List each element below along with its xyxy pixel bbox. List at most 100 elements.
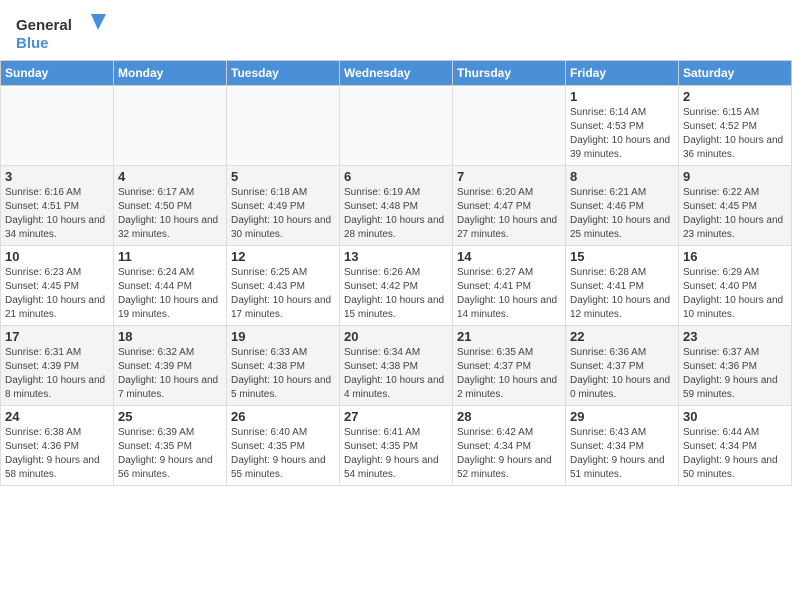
calendar-cell: 8 Sunrise: 6:21 AM Sunset: 4:46 PM Daylig… (566, 166, 679, 246)
calendar-header-sunday: Sunday (1, 61, 114, 86)
calendar-cell: 11 Sunrise: 6:24 AM Sunset: 4:44 PM Dayli… (114, 246, 227, 326)
day-info: Sunrise: 6:17 AM Sunset: 4:50 PM Dayligh… (118, 187, 218, 240)
calendar-cell (114, 86, 227, 166)
calendar-cell: 30Sunrise: 6:44 AM Sunset: 4:34 PM Dayli… (679, 406, 792, 486)
day-info: Sunrise: 6:15 AM Sunset: 4:52 PM Dayligh… (683, 107, 783, 160)
day-number: 28 (457, 409, 561, 424)
calendar-week-row: 10 Sunrise: 6:23 AM Sunset: 4:45 PM Dayli… (1, 246, 792, 326)
calendar-cell: 13 Sunrise: 6:26 AM Sunset: 4:42 PM Dayli… (340, 246, 453, 326)
calendar-cell: 16 Sunrise: 6:29 AM Sunset: 4:40 PM Dayli… (679, 246, 792, 326)
calendar-week-row: 24Sunrise: 6:38 AM Sunset: 4:36 PM Dayli… (1, 406, 792, 486)
day-number: 12 (231, 249, 335, 264)
day-number: 26 (231, 409, 335, 424)
day-info: Sunrise: 6:20 AM Sunset: 4:47 PM Dayligh… (457, 187, 557, 240)
page-header: General Blue (0, 0, 792, 60)
day-info: Sunrise: 6:37 AM Sunset: 4:36 PM Dayligh… (683, 347, 778, 400)
calendar-cell: 14 Sunrise: 6:27 AM Sunset: 4:41 PM Dayli… (453, 246, 566, 326)
day-number: 6 (344, 169, 448, 184)
calendar-cell: 6 Sunrise: 6:19 AM Sunset: 4:48 PM Daylig… (340, 166, 453, 246)
calendar-cell: 20Sunrise: 6:34 AM Sunset: 4:38 PM Dayli… (340, 326, 453, 406)
calendar-cell: 15 Sunrise: 6:28 AM Sunset: 4:41 PM Dayli… (566, 246, 679, 326)
calendar-cell (1, 86, 114, 166)
day-number: 4 (118, 169, 222, 184)
calendar-cell: 10 Sunrise: 6:23 AM Sunset: 4:45 PM Dayli… (1, 246, 114, 326)
calendar-table: SundayMondayTuesdayWednesdayThursdayFrid… (0, 60, 792, 486)
day-number: 9 (683, 169, 787, 184)
day-info: Sunrise: 6:32 AM Sunset: 4:39 PM Dayligh… (118, 347, 218, 400)
day-number: 2 (683, 89, 787, 104)
day-number: 10 (5, 249, 109, 264)
svg-text:Blue: Blue (16, 35, 49, 52)
day-info: Sunrise: 6:40 AM Sunset: 4:35 PM Dayligh… (231, 427, 326, 480)
day-number: 14 (457, 249, 561, 264)
calendar-cell: 4 Sunrise: 6:17 AM Sunset: 4:50 PM Daylig… (114, 166, 227, 246)
day-info: Sunrise: 6:21 AM Sunset: 4:46 PM Dayligh… (570, 187, 670, 240)
day-info: Sunrise: 6:29 AM Sunset: 4:40 PM Dayligh… (683, 267, 783, 320)
day-number: 16 (683, 249, 787, 264)
day-info: Sunrise: 6:28 AM Sunset: 4:41 PM Dayligh… (570, 267, 670, 320)
day-info: Sunrise: 6:35 AM Sunset: 4:37 PM Dayligh… (457, 347, 557, 400)
calendar-cell: 12Sunrise: 6:25 AM Sunset: 4:43 PM Dayli… (227, 246, 340, 326)
logo: General Blue (16, 12, 106, 52)
day-number: 8 (570, 169, 674, 184)
calendar-cell: 18Sunrise: 6:32 AM Sunset: 4:39 PM Dayli… (114, 326, 227, 406)
day-info: Sunrise: 6:43 AM Sunset: 4:34 PM Dayligh… (570, 427, 665, 480)
day-info: Sunrise: 6:39 AM Sunset: 4:35 PM Dayligh… (118, 427, 213, 480)
calendar-header-wednesday: Wednesday (340, 61, 453, 86)
day-info: Sunrise: 6:14 AM Sunset: 4:53 PM Dayligh… (570, 107, 670, 160)
day-number: 25 (118, 409, 222, 424)
calendar-cell: 24Sunrise: 6:38 AM Sunset: 4:36 PM Dayli… (1, 406, 114, 486)
day-info: Sunrise: 6:18 AM Sunset: 4:49 PM Dayligh… (231, 187, 331, 240)
day-number: 1 (570, 89, 674, 104)
calendar-cell: 26 Sunrise: 6:40 AM Sunset: 4:35 PM Dayli… (227, 406, 340, 486)
calendar-cell: 23Sunrise: 6:37 AM Sunset: 4:36 PM Dayli… (679, 326, 792, 406)
day-number: 22 (570, 329, 674, 344)
calendar-cell: 21 Sunrise: 6:35 AM Sunset: 4:37 PM Dayli… (453, 326, 566, 406)
day-info: Sunrise: 6:44 AM Sunset: 4:34 PM Dayligh… (683, 427, 778, 480)
calendar-cell (453, 86, 566, 166)
day-number: 19 (231, 329, 335, 344)
day-info: Sunrise: 6:33 AM Sunset: 4:38 PM Dayligh… (231, 347, 331, 400)
day-number: 15 (570, 249, 674, 264)
calendar-cell (227, 86, 340, 166)
day-number: 17 (5, 329, 109, 344)
calendar-cell (340, 86, 453, 166)
calendar-week-row: 17 Sunrise: 6:31 AM Sunset: 4:39 PM Dayli… (1, 326, 792, 406)
day-number: 3 (5, 169, 109, 184)
calendar-cell: 22 Sunrise: 6:36 AM Sunset: 4:37 PM Dayli… (566, 326, 679, 406)
day-number: 13 (344, 249, 448, 264)
calendar-cell: 28Sunrise: 6:42 AM Sunset: 4:34 PM Dayli… (453, 406, 566, 486)
calendar-header-friday: Friday (566, 61, 679, 86)
day-info: Sunrise: 6:31 AM Sunset: 4:39 PM Dayligh… (5, 347, 105, 400)
svg-text:General: General (16, 17, 72, 34)
day-info: Sunrise: 6:24 AM Sunset: 4:44 PM Dayligh… (118, 267, 218, 320)
day-info: Sunrise: 6:27 AM Sunset: 4:41 PM Dayligh… (457, 267, 557, 320)
day-info: Sunrise: 6:34 AM Sunset: 4:38 PM Dayligh… (344, 347, 444, 400)
day-number: 7 (457, 169, 561, 184)
day-number: 11 (118, 249, 222, 264)
day-info: Sunrise: 6:23 AM Sunset: 4:45 PM Dayligh… (5, 267, 105, 320)
calendar-cell: 27 Sunrise: 6:41 AM Sunset: 4:35 PM Dayli… (340, 406, 453, 486)
day-info: Sunrise: 6:38 AM Sunset: 4:36 PM Dayligh… (5, 427, 100, 480)
day-info: Sunrise: 6:19 AM Sunset: 4:48 PM Dayligh… (344, 187, 444, 240)
calendar-cell: 7 Sunrise: 6:20 AM Sunset: 4:47 PM Daylig… (453, 166, 566, 246)
calendar-cell: 29 Sunrise: 6:43 AM Sunset: 4:34 PM Dayli… (566, 406, 679, 486)
day-info: Sunrise: 6:16 AM Sunset: 4:51 PM Dayligh… (5, 187, 105, 240)
calendar-header-monday: Monday (114, 61, 227, 86)
day-number: 21 (457, 329, 561, 344)
calendar-cell: 5Sunrise: 6:18 AM Sunset: 4:49 PM Daylig… (227, 166, 340, 246)
day-info: Sunrise: 6:26 AM Sunset: 4:42 PM Dayligh… (344, 267, 444, 320)
logo-svg: General Blue (16, 12, 106, 52)
day-number: 27 (344, 409, 448, 424)
calendar-cell: 3 Sunrise: 6:16 AM Sunset: 4:51 PM Daylig… (1, 166, 114, 246)
day-info: Sunrise: 6:41 AM Sunset: 4:35 PM Dayligh… (344, 427, 439, 480)
day-info: Sunrise: 6:36 AM Sunset: 4:37 PM Dayligh… (570, 347, 670, 400)
day-info: Sunrise: 6:22 AM Sunset: 4:45 PM Dayligh… (683, 187, 783, 240)
day-number: 29 (570, 409, 674, 424)
calendar-week-row: 1 Sunrise: 6:14 AM Sunset: 4:53 PM Daylig… (1, 86, 792, 166)
calendar-cell: 2 Sunrise: 6:15 AM Sunset: 4:52 PM Daylig… (679, 86, 792, 166)
calendar-header-row: SundayMondayTuesdayWednesdayThursdayFrid… (1, 61, 792, 86)
calendar-cell: 19 Sunrise: 6:33 AM Sunset: 4:38 PM Dayli… (227, 326, 340, 406)
calendar-cell: 9 Sunrise: 6:22 AM Sunset: 4:45 PM Daylig… (679, 166, 792, 246)
calendar-header-tuesday: Tuesday (227, 61, 340, 86)
